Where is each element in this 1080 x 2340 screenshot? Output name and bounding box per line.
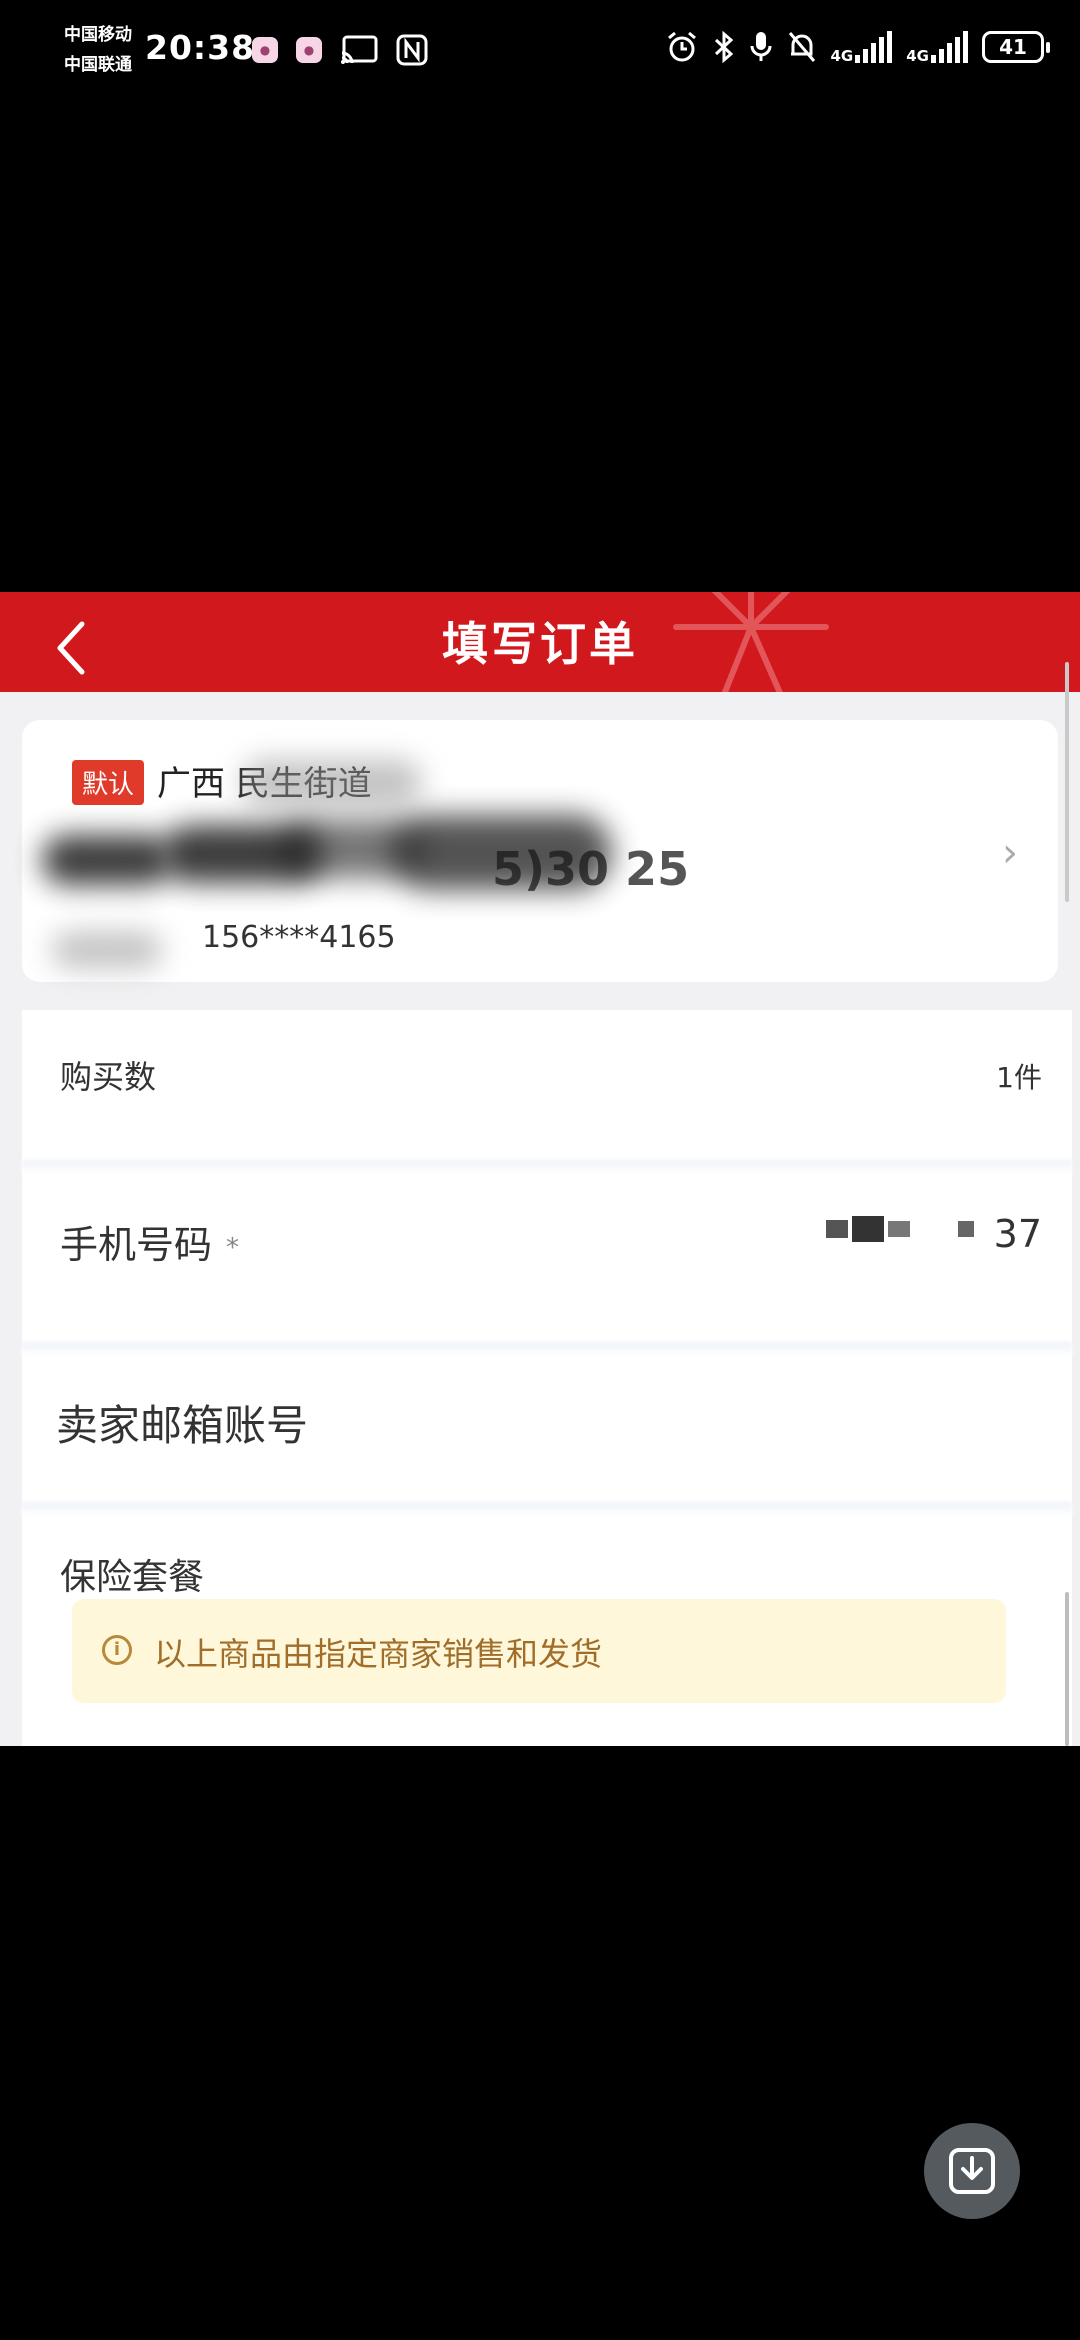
network-type-1: 4G (830, 47, 854, 65)
redaction-mark (242, 760, 422, 806)
redaction-mark (42, 835, 172, 885)
row-divider (22, 1160, 1072, 1174)
signal-icon: 4G (830, 31, 893, 65)
redaction-mark (52, 932, 162, 968)
app-notification-icon: ● (296, 37, 322, 63)
nfc-icon (396, 34, 428, 66)
scrollbar[interactable] (1065, 662, 1069, 902)
seller-notice-text: 以上商品由指定商家销售和发货 (154, 1635, 603, 1673)
cast-icon (341, 35, 378, 64)
alarm-icon (667, 31, 696, 62)
signal-icon: 4G (906, 31, 968, 65)
order-screenshot: 填写订单 默认 广西 民生街道 5)30 25 156****4165 › 购买… (0, 592, 1080, 1746)
status-left-icons: ● ● (252, 34, 428, 66)
row-divider (22, 1502, 1072, 1516)
scrollbar[interactable] (1065, 1592, 1069, 1746)
status-time: 20:38 (145, 28, 256, 67)
phone-label: 手机号码 * (60, 1214, 239, 1269)
mute-icon (788, 32, 815, 62)
status-right-icons: 4G 4G 41 (665, 30, 1050, 65)
carrier-2: 中国联通 (64, 55, 132, 75)
carrier-labels: 中国移动 中国联通 (64, 20, 132, 80)
address-card[interactable]: 默认 广西 民生街道 5)30 25 156****4165 › (22, 720, 1058, 982)
microphone-icon (750, 32, 771, 61)
battery-icon: 41 (982, 31, 1050, 63)
phone-value: 37 (993, 1212, 1042, 1256)
quantity-row: 购买数 1件 (22, 1010, 1072, 1160)
redaction-mark (392, 815, 612, 890)
bluetooth-icon (714, 30, 733, 64)
chevron-right-icon: › (1002, 830, 1018, 876)
quantity-label: 购买数 (60, 1058, 157, 1096)
network-type-2: 4G (906, 47, 929, 65)
carrier-1: 中国移动 (64, 25, 132, 45)
info-icon: i (102, 1635, 132, 1665)
insurance-label: 保险套餐 (60, 1557, 205, 1598)
phone-redaction (826, 1216, 974, 1242)
seller-email-label: 卖家邮箱账号 (56, 1401, 309, 1450)
phone-label-text: 手机号码 (60, 1223, 213, 1267)
download-icon (949, 2148, 995, 2194)
battery-level: 41 (999, 35, 1027, 59)
quantity-value: 1件 (996, 1061, 1042, 1094)
app-header: 填写订单 (0, 592, 1080, 692)
page-title: 填写订单 (442, 617, 638, 671)
required-marker: * (226, 1232, 240, 1263)
seller-notice-banner: i 以上商品由指定商家销售和发货 (72, 1599, 1006, 1703)
recipient-phone: 156****4165 (202, 920, 396, 955)
phone-row[interactable]: 手机号码 * 37 (22, 1174, 1072, 1344)
download-button[interactable] (924, 2123, 1020, 2219)
row-divider (22, 1342, 1072, 1356)
app-notification-icon: ● (252, 37, 278, 63)
default-address-badge: 默认 (72, 760, 145, 805)
status-bar: 中国移动 中国联通 20:38 ● ● 4G 4G 41 (0, 0, 1080, 100)
